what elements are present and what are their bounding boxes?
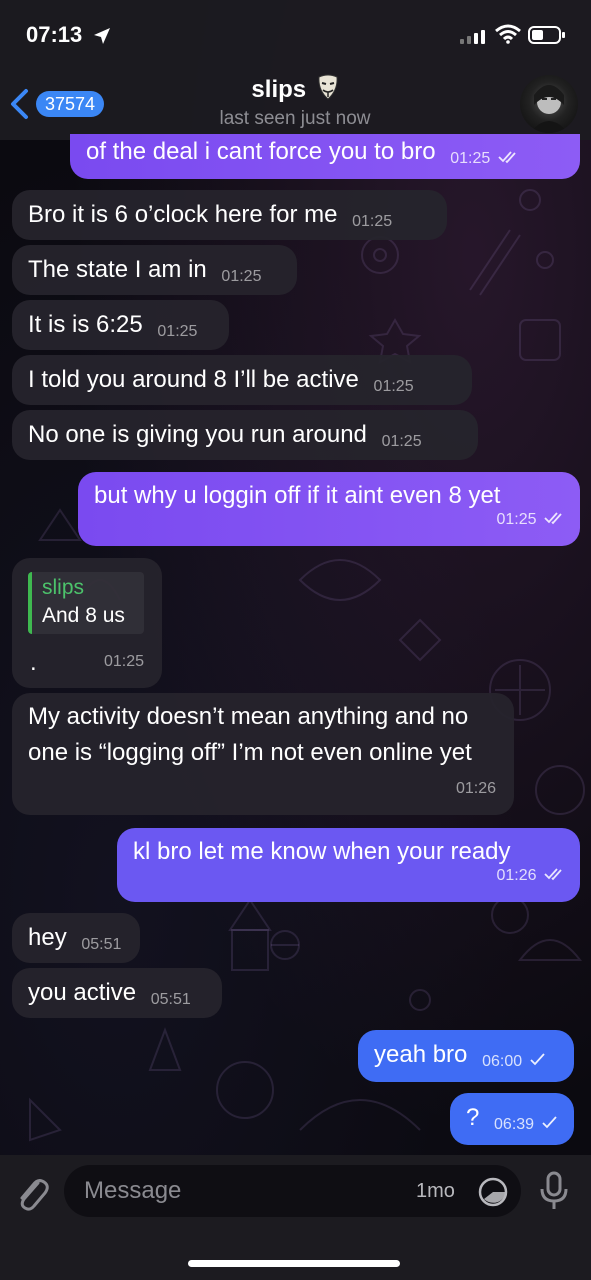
message-bubble-incoming[interactable]: hey 05:51 (12, 913, 140, 963)
message-time: 01:25 (373, 378, 414, 395)
message-meta: 06:39 (494, 1116, 558, 1133)
message-bubble-incoming[interactable]: The state I am in 01:25 (12, 245, 297, 295)
message-text: My activity doesn’t mean anything and no… (28, 703, 472, 766)
message-text: but why u loggin off if it aint even 8 y… (94, 482, 501, 509)
message-time: 05:51 (150, 991, 191, 1008)
message-time: 01:25 (221, 268, 262, 285)
check-icon (541, 1116, 557, 1129)
message-text: I told you around 8 I’ll be active (28, 366, 359, 393)
autodelete-timer-label[interactable]: 1mo (416, 1180, 455, 1203)
back-button[interactable]: 37574 (8, 86, 118, 122)
message-meta: 01:25 (497, 502, 567, 538)
message-time: 01:25 (352, 213, 393, 230)
reply-sender: slips (42, 576, 85, 599)
message-bubble-incoming-reply[interactable]: slips And 8 us . 01:25 (12, 558, 162, 688)
chat-title-area[interactable]: slips last seen just now (150, 74, 440, 130)
message-bubble-outgoing[interactable]: of the deal i cant force you to bro 01:2… (70, 134, 580, 179)
check-icon (529, 1053, 545, 1066)
message-bubble-outgoing[interactable]: but why u loggin off if it aint even 8 y… (78, 472, 580, 546)
message-bubble-incoming[interactable]: you active 05:51 (12, 968, 222, 1018)
message-bubble-outgoing[interactable]: kl bro let me know when your ready 01:26 (117, 828, 580, 902)
double-check-icon (498, 151, 516, 164)
chevron-left-icon (11, 89, 28, 119)
message-text: kl bro let me know when your ready (133, 838, 511, 865)
unread-count-badge: 37574 (36, 91, 105, 117)
message-input[interactable]: Message 1mo (64, 1165, 521, 1217)
message-text: Bro it is 6 o’clock here for me (28, 201, 338, 228)
message-bubble-outgoing[interactable]: yeah bro 06:00 (358, 1030, 574, 1082)
message-text: hey (28, 924, 67, 951)
mask-emoji-icon (318, 74, 338, 100)
double-check-icon (544, 868, 562, 881)
message-bubble-incoming[interactable]: I told you around 8 I’ll be active 01:25 (12, 355, 472, 405)
message-text: yeah bro (374, 1041, 468, 1068)
message-time: 06:00 (482, 1053, 523, 1070)
message-bubble-incoming[interactable]: It is is 6:25 01:25 (12, 300, 229, 350)
message-time: 01:25 (103, 653, 144, 670)
message-time: 05:51 (81, 936, 122, 953)
message-bubble-incoming[interactable]: Bro it is 6 o’clock here for me 01:25 (12, 190, 447, 240)
message-text: ? (466, 1104, 480, 1131)
avatar[interactable] (520, 75, 578, 133)
wifi-icon (495, 24, 521, 44)
reply-preview[interactable]: slips And 8 us (28, 572, 144, 634)
message-meta: 01:26 (497, 858, 567, 894)
message-placeholder: Message (84, 1177, 182, 1204)
battery-icon (528, 26, 565, 44)
message-text: The state I am in (28, 256, 207, 283)
avatar-image (530, 85, 568, 133)
message-time: 01:25 (450, 150, 491, 167)
double-check-icon (544, 512, 562, 525)
message-bubble-incoming[interactable]: My activity doesn’t mean anything and no… (12, 693, 514, 815)
message-text: of the deal i cant force you to bro (86, 138, 436, 165)
message-bubble-outgoing[interactable]: ? 06:39 (450, 1093, 574, 1145)
chat-title: slips (251, 76, 307, 103)
message-text: you active (28, 979, 137, 1006)
message-time: 01:26 (496, 867, 537, 884)
message-composer: Message 1mo (0, 1155, 591, 1280)
chat-subtitle: last seen just now (219, 108, 371, 129)
message-bubble-incoming[interactable]: No one is giving you run around 01:25 (12, 410, 478, 460)
microphone-icon[interactable] (538, 1171, 570, 1211)
status-time: 07:13 (26, 22, 83, 47)
message-meta: 01:25 (450, 150, 520, 167)
paperclip-icon[interactable] (14, 1173, 50, 1213)
reply-text: And 8 us (42, 604, 125, 627)
home-indicator (188, 1260, 400, 1267)
message-meta: 06:00 (482, 1053, 546, 1070)
message-time: 06:39 (494, 1116, 535, 1133)
cellular-signal-icon (460, 30, 485, 44)
message-text: It is is 6:25 (28, 311, 143, 338)
chat-header: 07:13 37574 slips last seen just now (0, 0, 591, 140)
autodelete-timer-icon[interactable] (476, 1175, 510, 1209)
message-text: . (30, 649, 37, 676)
message-text: No one is giving you run around (28, 421, 367, 448)
message-time: 01:26 (455, 780, 496, 797)
message-time: 01:25 (496, 511, 537, 528)
message-time: 01:25 (157, 323, 198, 340)
message-time: 01:25 (381, 433, 422, 450)
location-arrow-icon (94, 28, 110, 44)
